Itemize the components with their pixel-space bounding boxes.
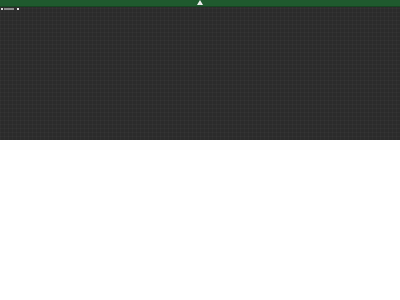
toolbar-field[interactable] <box>4 7 14 10</box>
close-icon[interactable] <box>17 7 19 10</box>
toolbar <box>1 7 19 10</box>
menu-icon[interactable] <box>1 7 3 10</box>
top-bar <box>0 0 400 7</box>
tree-logo-icon <box>197 0 203 5</box>
app-window <box>0 0 400 140</box>
